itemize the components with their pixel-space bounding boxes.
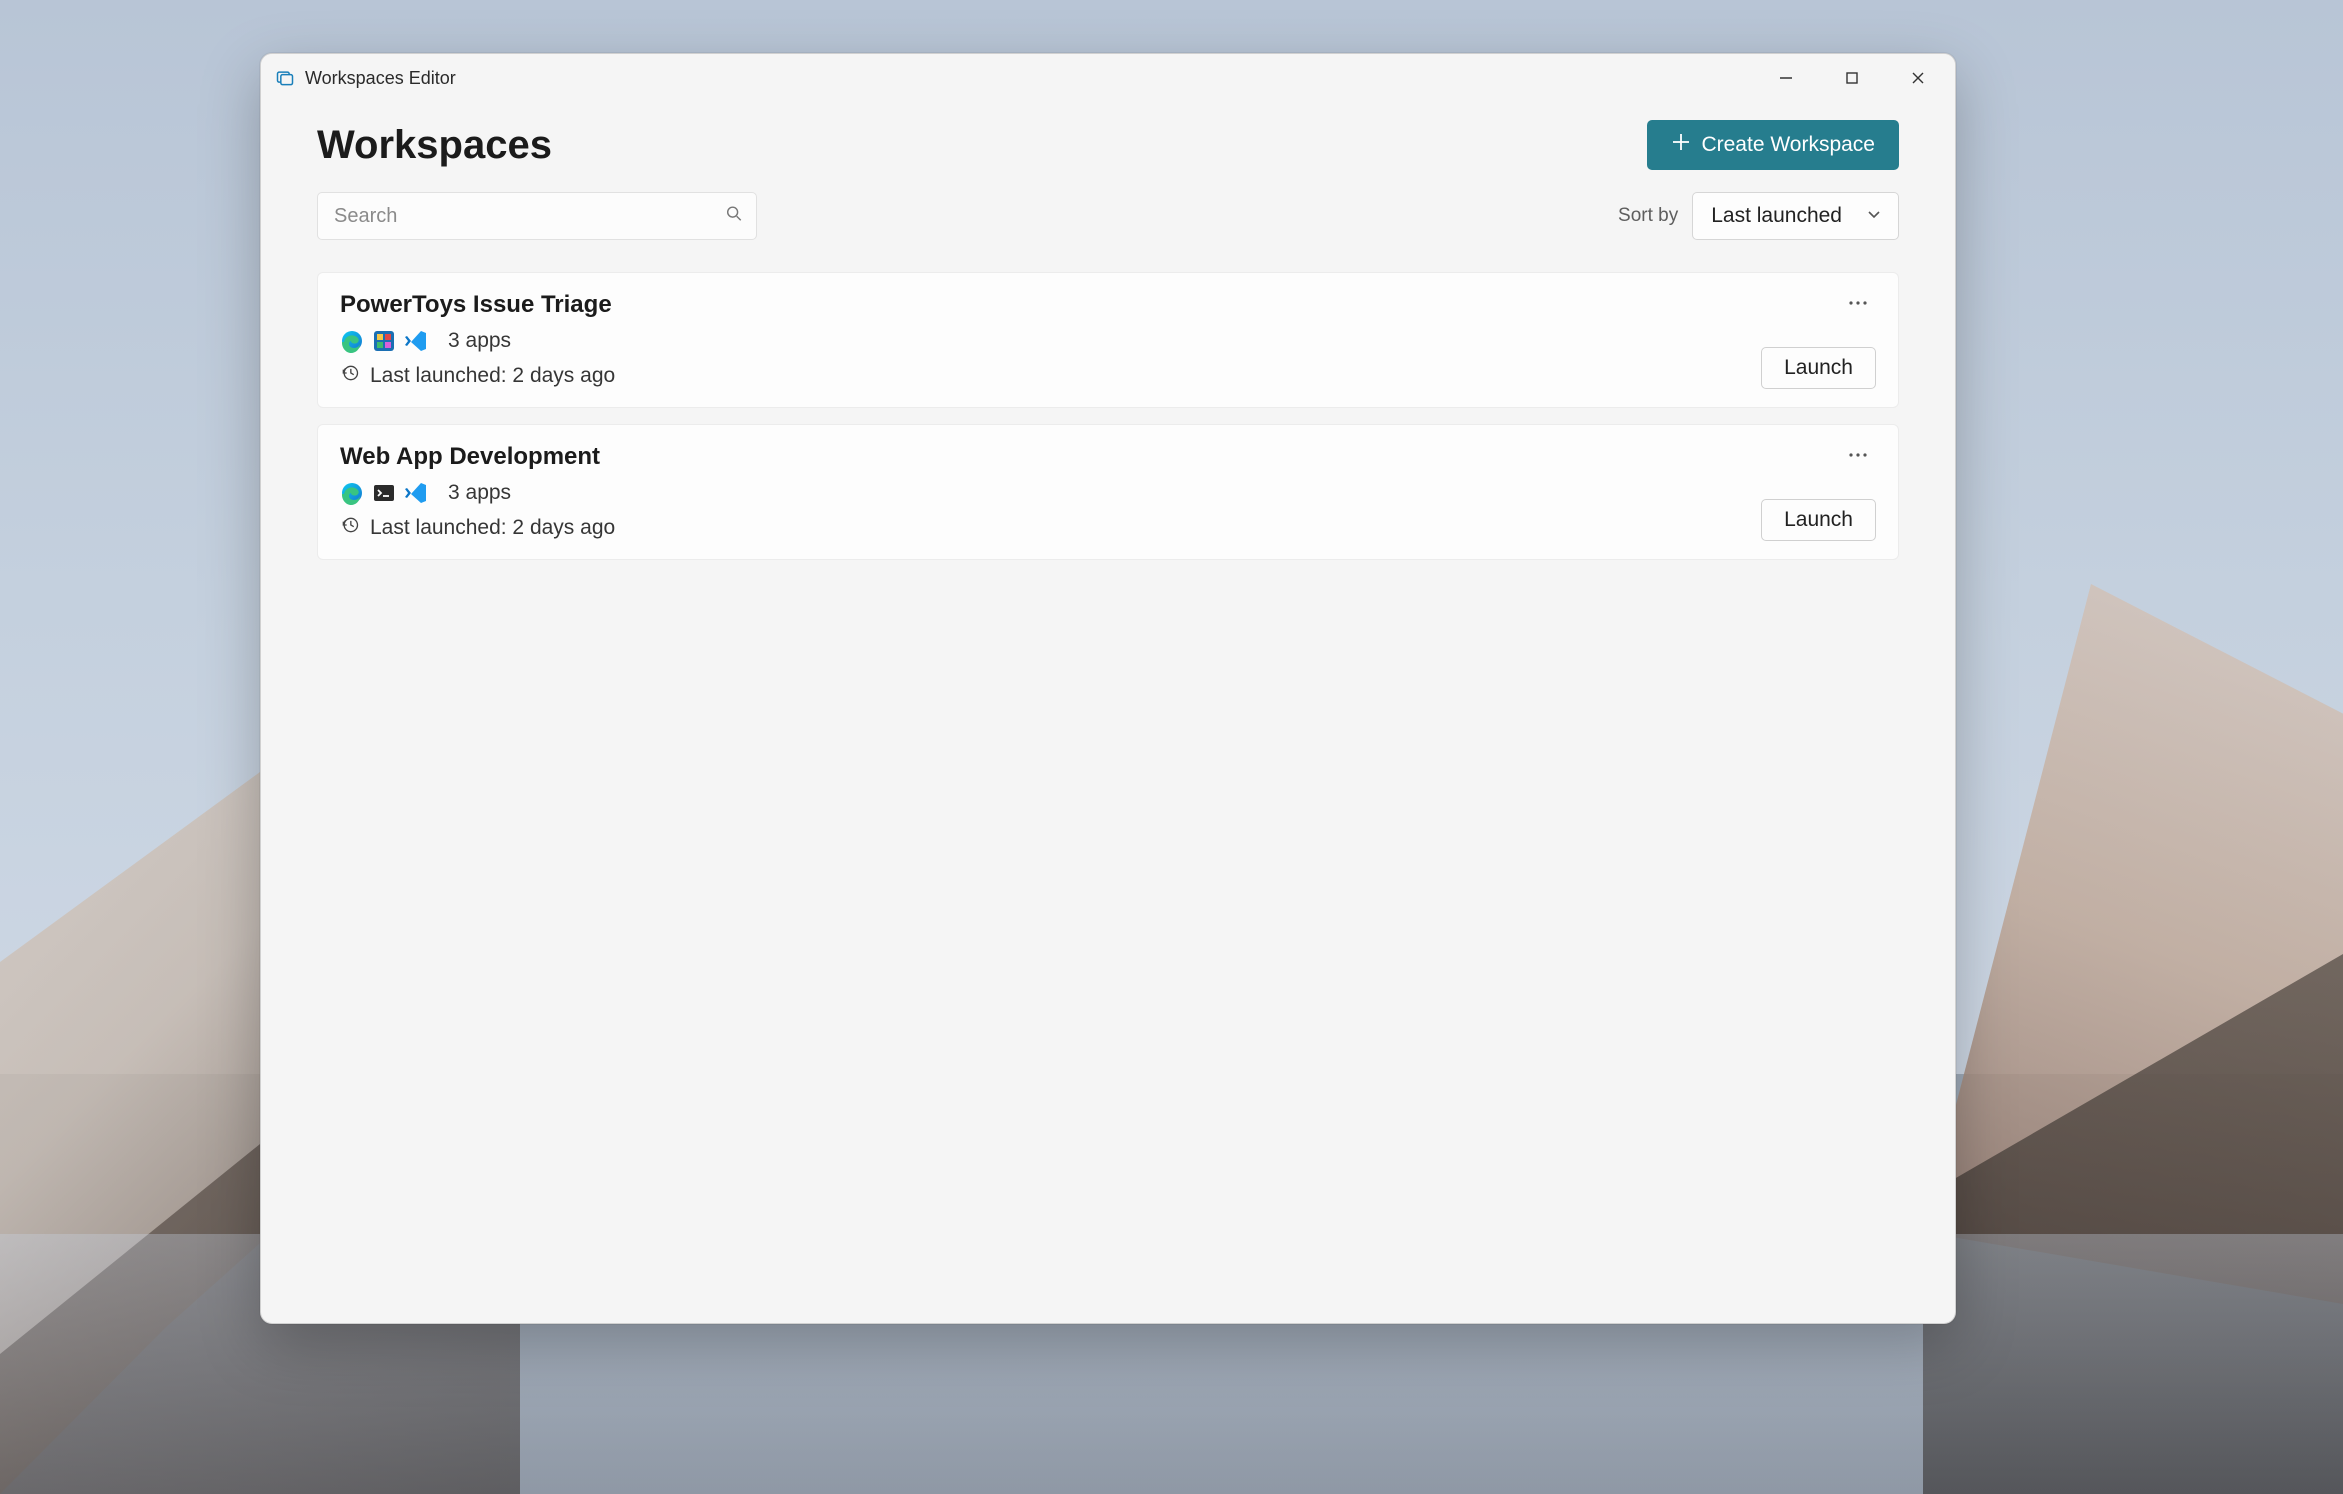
edge-icon bbox=[340, 329, 364, 353]
workspace-list: PowerToys Issue Triage bbox=[317, 272, 1899, 560]
search-box bbox=[317, 192, 757, 240]
sort-select[interactable]: Last launched bbox=[1692, 192, 1899, 240]
sort-group: Sort by Last launched bbox=[1618, 192, 1899, 240]
window-controls bbox=[1753, 54, 1951, 102]
edge-icon bbox=[340, 481, 364, 505]
app-icon bbox=[275, 68, 295, 88]
launch-button[interactable]: Launch bbox=[1761, 347, 1876, 389]
workspace-title: PowerToys Issue Triage bbox=[340, 291, 1761, 319]
more-options-button[interactable] bbox=[1840, 443, 1876, 467]
page-title: Workspaces bbox=[317, 123, 552, 168]
titlebar[interactable]: Workspaces Editor bbox=[261, 54, 1955, 102]
last-launched-row: Last launched: 2 days ago bbox=[340, 515, 1761, 541]
workspaces-editor-window: Workspaces Editor Workspaces Create Work… bbox=[260, 53, 1956, 1324]
apps-count: 3 apps bbox=[448, 329, 511, 353]
window-title: Workspaces Editor bbox=[305, 68, 1753, 89]
more-options-button[interactable] bbox=[1840, 291, 1876, 315]
minimize-button[interactable] bbox=[1753, 54, 1819, 102]
create-workspace-label: Create Workspace bbox=[1701, 133, 1875, 157]
history-icon bbox=[340, 515, 360, 541]
plus-icon bbox=[1671, 132, 1691, 158]
last-launched-text: Last launched: 2 days ago bbox=[370, 364, 615, 388]
chevron-down-icon bbox=[1866, 204, 1882, 228]
create-workspace-button[interactable]: Create Workspace bbox=[1647, 120, 1899, 170]
sort-selected-value: Last launched bbox=[1711, 204, 1842, 228]
powertoys-icon bbox=[372, 329, 396, 353]
vscode-icon bbox=[404, 481, 428, 505]
history-icon bbox=[340, 363, 360, 389]
close-button[interactable] bbox=[1885, 54, 1951, 102]
vscode-icon bbox=[404, 329, 428, 353]
sort-label: Sort by bbox=[1618, 205, 1678, 227]
terminal-icon bbox=[372, 481, 396, 505]
search-icon bbox=[725, 205, 743, 228]
maximize-button[interactable] bbox=[1819, 54, 1885, 102]
last-launched-text: Last launched: 2 days ago bbox=[370, 516, 615, 540]
workspace-card[interactable]: PowerToys Issue Triage bbox=[317, 272, 1899, 408]
workspace-apps-row: 3 apps bbox=[340, 329, 1761, 353]
search-input[interactable] bbox=[317, 192, 757, 240]
last-launched-row: Last launched: 2 days ago bbox=[340, 363, 1761, 389]
content-area: Workspaces Create Workspace Sort by Last… bbox=[261, 102, 1955, 1323]
workspace-card[interactable]: Web App Development bbox=[317, 424, 1899, 560]
workspace-apps-row: 3 apps bbox=[340, 481, 1761, 505]
header-row: Workspaces Create Workspace bbox=[317, 120, 1899, 170]
launch-button[interactable]: Launch bbox=[1761, 499, 1876, 541]
controls-row: Sort by Last launched bbox=[317, 192, 1899, 240]
apps-count: 3 apps bbox=[448, 481, 511, 505]
workspace-title: Web App Development bbox=[340, 443, 1761, 471]
